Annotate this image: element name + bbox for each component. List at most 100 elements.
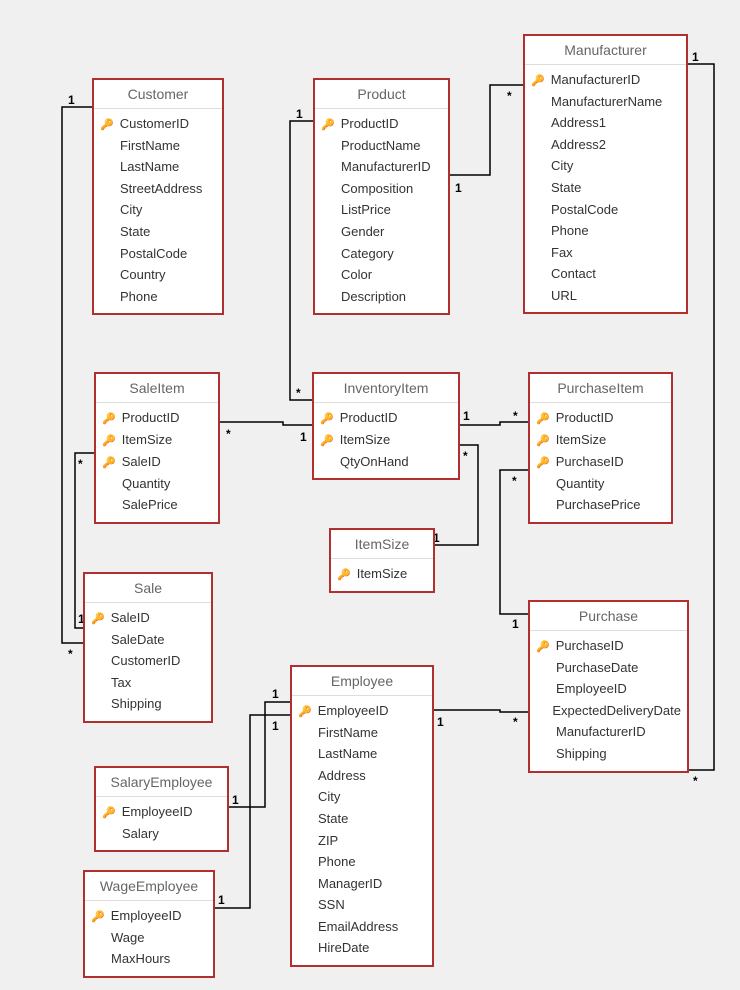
- field-row[interactable]: PurchasePrice: [536, 494, 665, 516]
- field-row[interactable]: SalePrice: [102, 494, 212, 516]
- field-row[interactable]: City: [100, 199, 216, 221]
- field-row[interactable]: Fax: [531, 242, 680, 264]
- field-row[interactable]: ItemSize: [320, 429, 452, 451]
- field-row[interactable]: ProductID: [536, 407, 665, 429]
- field-row[interactable]: PurchaseID: [536, 635, 681, 657]
- field-row[interactable]: ItemSize: [536, 429, 665, 451]
- field-row[interactable]: EmployeeID: [298, 700, 426, 722]
- field-row[interactable]: Country: [100, 264, 216, 286]
- field-row[interactable]: FirstName: [298, 722, 426, 744]
- field-row[interactable]: ListPrice: [321, 199, 442, 221]
- field-row[interactable]: EmployeeID: [102, 801, 221, 823]
- field-row[interactable]: Address1: [531, 112, 680, 134]
- field-row[interactable]: Shipping: [91, 693, 205, 715]
- field-row[interactable]: Wage: [91, 927, 207, 949]
- field-row[interactable]: ManufacturerID: [321, 156, 442, 178]
- field-row[interactable]: Salary: [102, 823, 221, 845]
- field-row[interactable]: SaleID: [91, 607, 205, 629]
- field-row[interactable]: Color: [321, 264, 442, 286]
- entity-sale[interactable]: Sale SaleIDSaleDateCustomerIDTaxShipping: [83, 572, 213, 723]
- field-name: SalePrice: [122, 496, 178, 514]
- field-row[interactable]: Quantity: [536, 473, 665, 495]
- field-row[interactable]: URL: [531, 285, 680, 307]
- field-row[interactable]: LastName: [298, 743, 426, 765]
- field-row[interactable]: Quantity: [102, 473, 212, 495]
- field-row[interactable]: State: [531, 177, 680, 199]
- primary-key-icon: [100, 115, 114, 133]
- svg-text:1: 1: [272, 687, 279, 701]
- primary-key-icon: [536, 409, 550, 427]
- field-row[interactable]: State: [298, 808, 426, 830]
- field-row[interactable]: PostalCode: [531, 199, 680, 221]
- field-row[interactable]: ZIP: [298, 830, 426, 852]
- field-row[interactable]: City: [298, 786, 426, 808]
- field-name: Wage: [111, 929, 144, 947]
- field-row[interactable]: QtyOnHand: [320, 451, 452, 473]
- field-row[interactable]: ManufacturerID: [531, 69, 680, 91]
- field-name: Gender: [341, 223, 384, 241]
- field-row[interactable]: StreetAddress: [100, 178, 216, 200]
- field-row[interactable]: Category: [321, 243, 442, 265]
- svg-text:1: 1: [272, 719, 279, 733]
- field-name: QtyOnHand: [340, 453, 409, 471]
- field-row[interactable]: PostalCode: [100, 243, 216, 265]
- field-row[interactable]: Phone: [298, 851, 426, 873]
- field-row[interactable]: Contact: [531, 263, 680, 285]
- field-row[interactable]: Composition: [321, 178, 442, 200]
- svg-text:*: *: [296, 386, 301, 400]
- field-row[interactable]: SaleID: [102, 451, 212, 473]
- field-row[interactable]: ProductID: [102, 407, 212, 429]
- entity-salaryemployee[interactable]: SalaryEmployee EmployeeIDSalary: [94, 766, 229, 852]
- field-row[interactable]: SSN: [298, 894, 426, 916]
- svg-text:*: *: [513, 409, 518, 423]
- primary-key-icon: [321, 115, 335, 133]
- field-row[interactable]: ManufacturerID: [536, 721, 681, 743]
- field-row[interactable]: EmployeeID: [536, 678, 681, 700]
- field-row[interactable]: PurchaseDate: [536, 657, 681, 679]
- field-row[interactable]: ManagerID: [298, 873, 426, 895]
- entity-inventoryitem[interactable]: InventoryItem ProductIDItemSizeQtyOnHand: [312, 372, 460, 480]
- field-row[interactable]: PurchaseID: [536, 451, 665, 473]
- entity-purchaseitem[interactable]: PurchaseItem ProductIDItemSizePurchaseID…: [528, 372, 673, 524]
- field-row[interactable]: SaleDate: [91, 629, 205, 651]
- field-row[interactable]: Description: [321, 286, 442, 308]
- entity-title: Customer: [94, 80, 222, 109]
- field-name: HireDate: [318, 939, 369, 957]
- entity-saleitem[interactable]: SaleItem ProductIDItemSizeSaleIDQuantity…: [94, 372, 220, 524]
- field-row[interactable]: State: [100, 221, 216, 243]
- field-row[interactable]: ExpectedDeliveryDate: [536, 700, 681, 722]
- field-row[interactable]: EmailAddress: [298, 916, 426, 938]
- field-row[interactable]: ProductID: [320, 407, 452, 429]
- field-row[interactable]: CustomerID: [100, 113, 216, 135]
- svg-text:*: *: [463, 449, 468, 463]
- field-row[interactable]: ItemSize: [102, 429, 212, 451]
- entity-title: Purchase: [530, 602, 687, 631]
- entity-fields-inventoryitem: ProductIDItemSize QtyOnHand: [314, 403, 458, 478]
- field-row[interactable]: Tax: [91, 672, 205, 694]
- field-row[interactable]: ManufacturerName: [531, 91, 680, 113]
- entity-customer[interactable]: Customer CustomerIDFirstNameLastNameStre…: [92, 78, 224, 315]
- field-row[interactable]: ProductName: [321, 135, 442, 157]
- field-row[interactable]: LastName: [100, 156, 216, 178]
- field-row[interactable]: Address2: [531, 134, 680, 156]
- field-row[interactable]: Shipping: [536, 743, 681, 765]
- field-row[interactable]: CustomerID: [91, 650, 205, 672]
- entity-itemsize[interactable]: ItemSize ItemSize: [329, 528, 435, 593]
- field-row[interactable]: Gender: [321, 221, 442, 243]
- field-row[interactable]: Phone: [100, 286, 216, 308]
- field-row[interactable]: EmployeeID: [91, 905, 207, 927]
- entity-purchase[interactable]: Purchase PurchaseIDPurchaseDateEmployeeI…: [528, 600, 689, 773]
- entity-employee[interactable]: Employee EmployeeIDFirstNameLastNameAddr…: [290, 665, 434, 967]
- field-name: PurchasePrice: [556, 496, 641, 514]
- entity-wageemployee[interactable]: WageEmployee EmployeeIDWageMaxHours: [83, 870, 215, 978]
- field-row[interactable]: HireDate: [298, 937, 426, 959]
- field-row[interactable]: ItemSize: [337, 563, 427, 585]
- field-row[interactable]: ProductID: [321, 113, 442, 135]
- entity-manufacturer[interactable]: Manufacturer ManufacturerIDManufacturerN…: [523, 34, 688, 314]
- field-row[interactable]: Address: [298, 765, 426, 787]
- field-row[interactable]: Phone: [531, 220, 680, 242]
- field-row[interactable]: FirstName: [100, 135, 216, 157]
- entity-product[interactable]: Product ProductIDProductNameManufacturer…: [313, 78, 450, 315]
- field-row[interactable]: City: [531, 155, 680, 177]
- field-row[interactable]: MaxHours: [91, 948, 207, 970]
